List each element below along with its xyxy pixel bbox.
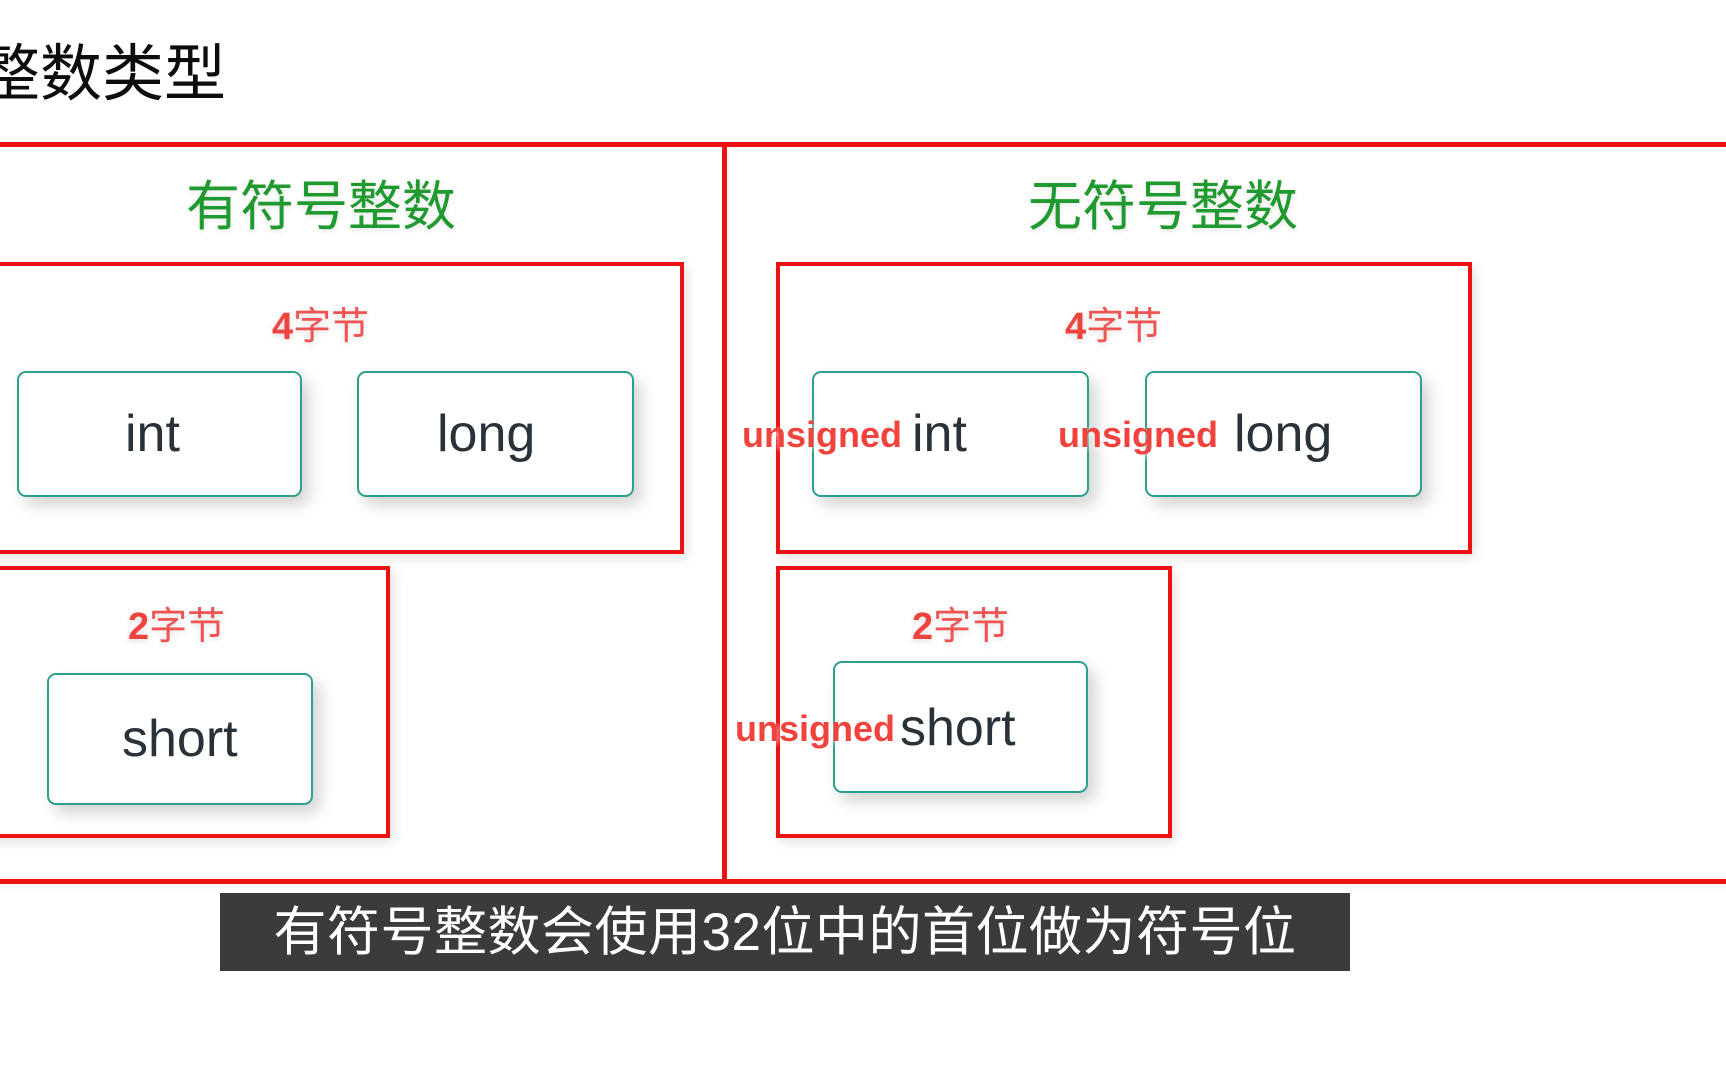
- column-divider: [722, 142, 727, 884]
- type-label-unsigned-short: short: [900, 699, 1016, 757]
- type-label-int: int: [125, 405, 180, 463]
- column-heading-unsigned: 无符号整数: [1028, 177, 1298, 237]
- type-label-unsigned-long: long: [1234, 405, 1333, 463]
- byte-label-number: 4: [272, 306, 294, 348]
- byte-label-unit: 字节: [1086, 306, 1163, 348]
- subtitle-bar: 有符号整数会使用32位中的首位做为符号位: [220, 893, 1350, 971]
- page-title: 整数类型: [0, 40, 227, 109]
- byte-label-unit: 字节: [293, 306, 370, 348]
- byte-label-number: 2: [128, 606, 150, 648]
- byte-label-unsigned-4: 4字节: [1065, 308, 1162, 346]
- type-label-short: short: [122, 710, 238, 768]
- unsigned-prefix-int: unsigned: [742, 414, 902, 455]
- column-heading-signed: 有符号整数: [186, 177, 456, 237]
- byte-label-number: 2: [912, 606, 934, 648]
- type-label-unsigned-int: int: [912, 405, 967, 463]
- byte-label-signed-4: 4字节: [272, 308, 369, 346]
- unsigned-prefix-short: unsigned: [735, 708, 895, 749]
- byte-label-signed-2: 2字节: [128, 608, 225, 646]
- byte-label-unit: 字节: [149, 606, 226, 648]
- byte-label-unit: 字节: [933, 606, 1010, 648]
- subtitle-text: 有符号整数会使用32位中的首位做为符号位: [273, 902, 1297, 962]
- unsigned-prefix-long: unsigned: [1058, 414, 1218, 455]
- byte-label-number: 4: [1065, 306, 1087, 348]
- slide-canvas: 整数类型 有符号整数 无符号整数 4字节 int long 2字节 short …: [0, 0, 1726, 1079]
- byte-label-unsigned-2: 2字节: [912, 608, 1009, 646]
- type-label-long: long: [437, 405, 536, 463]
